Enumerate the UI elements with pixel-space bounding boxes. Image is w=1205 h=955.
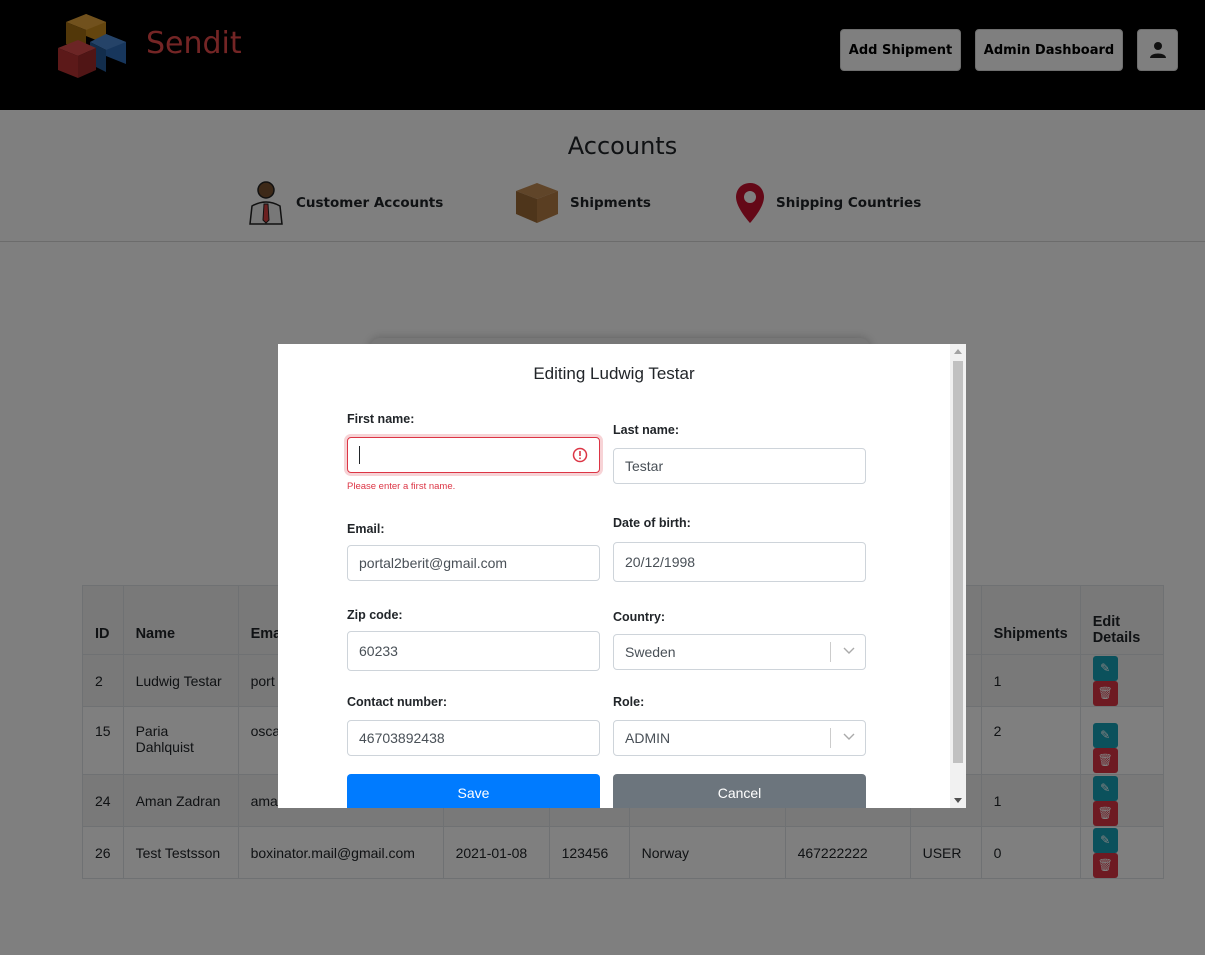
zip-code-label: Zip code: bbox=[347, 608, 403, 622]
email-value: portal2berit@gmail.com bbox=[359, 555, 508, 571]
last-name-input[interactable]: Testar bbox=[613, 448, 866, 484]
contact-number-label: Contact number: bbox=[347, 695, 447, 709]
scroll-up-arrow-icon[interactable] bbox=[954, 349, 962, 354]
error-icon bbox=[572, 447, 588, 463]
last-name-value: Testar bbox=[625, 458, 664, 474]
role-value: ADMIN bbox=[625, 730, 671, 746]
country-value: Sweden bbox=[625, 644, 676, 660]
save-button[interactable]: Save bbox=[347, 774, 600, 808]
email-label: Email: bbox=[347, 522, 385, 536]
dob-label: Date of birth: bbox=[613, 516, 691, 530]
zip-code-input[interactable]: 60233 bbox=[347, 631, 600, 671]
first-name-error: Please enter a first name. bbox=[347, 481, 456, 492]
modal-title: Editing Ludwig Testar bbox=[533, 364, 695, 383]
edit-account-modal: Editing Ludwig Testar First name: Please… bbox=[278, 344, 966, 808]
first-name-input[interactable] bbox=[347, 437, 600, 473]
scroll-thumb[interactable] bbox=[953, 361, 963, 763]
role-label: Role: bbox=[613, 695, 645, 709]
role-select[interactable]: ADMIN bbox=[613, 720, 866, 756]
select-separator bbox=[830, 642, 831, 662]
modal-scrollbar[interactable] bbox=[950, 344, 966, 808]
zip-code-value: 60233 bbox=[359, 643, 398, 659]
first-name-label: First name: bbox=[347, 412, 415, 426]
country-select[interactable]: Sweden bbox=[613, 634, 866, 670]
country-label: Country: bbox=[613, 610, 666, 624]
dob-value: 20/12/1998 bbox=[625, 554, 696, 570]
cancel-button[interactable]: Cancel bbox=[613, 774, 866, 808]
dob-input[interactable]: 20/12/1998 bbox=[613, 542, 866, 582]
scroll-down-arrow-icon[interactable] bbox=[954, 798, 962, 803]
chevron-down-icon bbox=[843, 647, 855, 654]
text-caret bbox=[359, 446, 360, 464]
chevron-down-icon bbox=[843, 733, 855, 740]
select-separator bbox=[830, 728, 831, 748]
email-input[interactable]: portal2berit@gmail.com bbox=[347, 545, 600, 581]
contact-number-value: 46703892438 bbox=[359, 730, 445, 746]
contact-number-input[interactable]: 46703892438 bbox=[347, 720, 600, 756]
last-name-label: Last name: bbox=[613, 423, 679, 437]
